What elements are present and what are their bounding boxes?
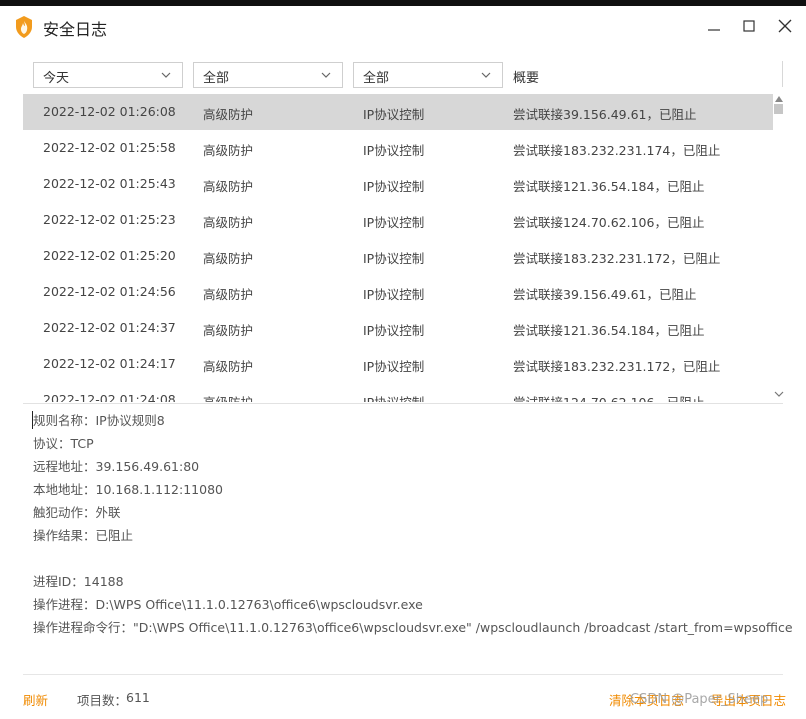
item-count-label: 项目数： [77, 693, 128, 708]
log-category: IP协议控制 [363, 215, 425, 230]
log-summary: 尝试联接39.156.49.61，已阻止 [513, 107, 697, 122]
log-type: 高级防护 [203, 251, 254, 266]
log-type: 高级防护 [203, 323, 254, 338]
chevron-down-icon [481, 72, 491, 78]
log-category: IP协议控制 [363, 179, 425, 194]
footer-divider [23, 674, 783, 675]
log-summary: 尝试联接183.232.231.174，已阻止 [513, 143, 721, 158]
item-count-value: 611 [126, 690, 150, 705]
close-icon [778, 19, 792, 33]
log-summary: 尝试联接183.232.231.172，已阻止 [513, 359, 721, 374]
log-row[interactable]: 2022-12-02 01:24:37 高级防护 IP协议控制 尝试联接121.36.… [23, 310, 773, 346]
log-type: 高级防护 [203, 215, 254, 230]
log-type: 高级防护 [203, 392, 253, 402]
date-filter-value: 今天 [43, 71, 70, 86]
type-filter-value: 全部 [203, 71, 230, 86]
detail-line: 操作进程：D:\WPS Office\11.1.0.12763\office6\… [33, 597, 423, 612]
category-filter-dropdown[interactable]: 全部 [353, 62, 503, 88]
log-row[interactable]: 2022-12-02 01:24:56 高级防护 IP协议控制 尝试联接39.156.… [23, 274, 773, 310]
log-summary: 尝试联接39.156.49.61，已阻止 [513, 287, 697, 302]
log-time: 2022-12-02 01:25:43 [43, 176, 176, 191]
maximize-icon [743, 20, 755, 32]
detail-divider [23, 403, 783, 404]
log-time: 2022-12-02 01:24:56 [43, 284, 176, 299]
log-category: IP协议控制 [363, 323, 425, 338]
log-type: 高级防护 [203, 179, 254, 194]
log-category: IP协议控制 [363, 287, 425, 302]
log-summary: 尝试联接121.36.54.184，已阻止 [513, 179, 705, 194]
title-bar: 安全日志 [0, 6, 806, 46]
header-divider [782, 61, 783, 87]
log-category: IP协议控制 [363, 107, 425, 122]
scrollbar[interactable] [773, 94, 785, 402]
log-type: 高级防护 [203, 359, 254, 374]
log-row[interactable]: 2022-12-02 01:25:43 高级防护 IP协议控制 尝试联接121.36.… [23, 166, 773, 202]
log-summary: 尝试联接124.70.62.106，已阻止 [513, 215, 705, 230]
filter-bar: 今天 全部 全部 概要 [23, 57, 783, 93]
log-summary: 尝试联接124.70.62.106，已阻止 [513, 392, 704, 402]
scrollbar-thumb[interactable] [774, 104, 783, 114]
detail-line: 协议：TCP [33, 436, 94, 451]
scroll-up-icon[interactable] [774, 95, 784, 103]
log-row[interactable]: 2022-12-02 01:24:17 高级防护 IP协议控制 尝试联接183.232… [23, 346, 773, 382]
detail-line: 进程ID：14188 [33, 574, 124, 589]
log-category: IP协议控制 [363, 392, 424, 402]
type-filter-dropdown[interactable]: 全部 [193, 62, 343, 88]
minimize-icon [708, 29, 720, 31]
log-row[interactable]: 2022-12-02 01:25:20 高级防护 IP协议控制 尝试联接183.232… [23, 238, 773, 274]
log-time: 2022-12-02 01:25:20 [43, 248, 176, 263]
log-type: 高级防护 [203, 143, 254, 158]
log-time: 2022-12-02 01:24:37 [43, 320, 176, 335]
detail-line: 规则名称：IP协议规则8 [33, 413, 165, 428]
log-category: IP协议控制 [363, 143, 425, 158]
chevron-down-icon [161, 72, 171, 78]
category-filter-value: 全部 [363, 71, 390, 86]
detail-line: 远程地址：39.156.49.61:80 [33, 459, 200, 474]
log-row[interactable]: 2022-12-02 01:26:08 高级防护 IP协议控制 尝试联接39.156.… [23, 94, 773, 130]
log-type: 高级防护 [203, 287, 254, 302]
date-filter-dropdown[interactable]: 今天 [33, 62, 183, 88]
footer: 刷新 项目数： 611 清除本页日志 导出本页日志 CSDN @Paper_Sh… [0, 684, 806, 714]
close-button[interactable] [773, 14, 797, 38]
detail-line: 操作进程命令行："D:\WPS Office\11.1.0.12763\offi… [33, 620, 793, 635]
log-row[interactable]: 2022-12-02 01:25:23 高级防护 IP协议控制 尝试联接124.70.… [23, 202, 773, 238]
scroll-down-icon[interactable] [774, 390, 784, 398]
minimize-button[interactable] [702, 14, 726, 38]
log-category: IP协议控制 [363, 251, 425, 266]
log-time: 2022-12-02 01:26:08 [43, 104, 176, 119]
log-category: IP协议控制 [363, 359, 425, 374]
detail-line: 本地地址：10.168.1.112:11080 [33, 482, 223, 497]
chevron-down-icon [321, 72, 331, 78]
detail-line: 操作结果：已阻止 [33, 528, 134, 543]
watermark-text: CSDN @Paper_Sheep [630, 692, 769, 707]
log-table: 2022-12-02 01:26:08 高级防护 IP协议控制 尝试联接39.156.… [23, 94, 773, 402]
flame-shield-icon [16, 16, 32, 38]
detail-line [33, 547, 793, 570]
log-row[interactable]: 2022-12-02 01:24:08 高级防护 IP协议控制 尝试联接124.70.… [23, 382, 773, 402]
log-time: 2022-12-02 01:24:08 [43, 392, 176, 402]
log-detail-panel: 规则名称：IP协议规则8 协议：TCP 远程地址：39.156.49.61:80 本地… [33, 409, 793, 639]
window-title: 安全日志 [43, 20, 108, 39]
summary-column-header: 概要 [513, 71, 540, 86]
log-time: 2022-12-02 01:24:17 [43, 356, 176, 371]
log-summary: 尝试联接121.36.54.184，已阻止 [513, 323, 705, 338]
log-time: 2022-12-02 01:25:58 [43, 140, 176, 155]
log-type: 高级防护 [203, 107, 254, 122]
detail-line: 触犯动作：外联 [33, 505, 121, 520]
log-summary: 尝试联接183.232.231.172，已阻止 [513, 251, 721, 266]
refresh-link[interactable]: 刷新 [23, 690, 48, 709]
log-row[interactable]: 2022-12-02 01:25:58 高级防护 IP协议控制 尝试联接183.232… [23, 130, 773, 166]
maximize-button[interactable] [737, 14, 761, 38]
log-time: 2022-12-02 01:25:23 [43, 212, 176, 227]
